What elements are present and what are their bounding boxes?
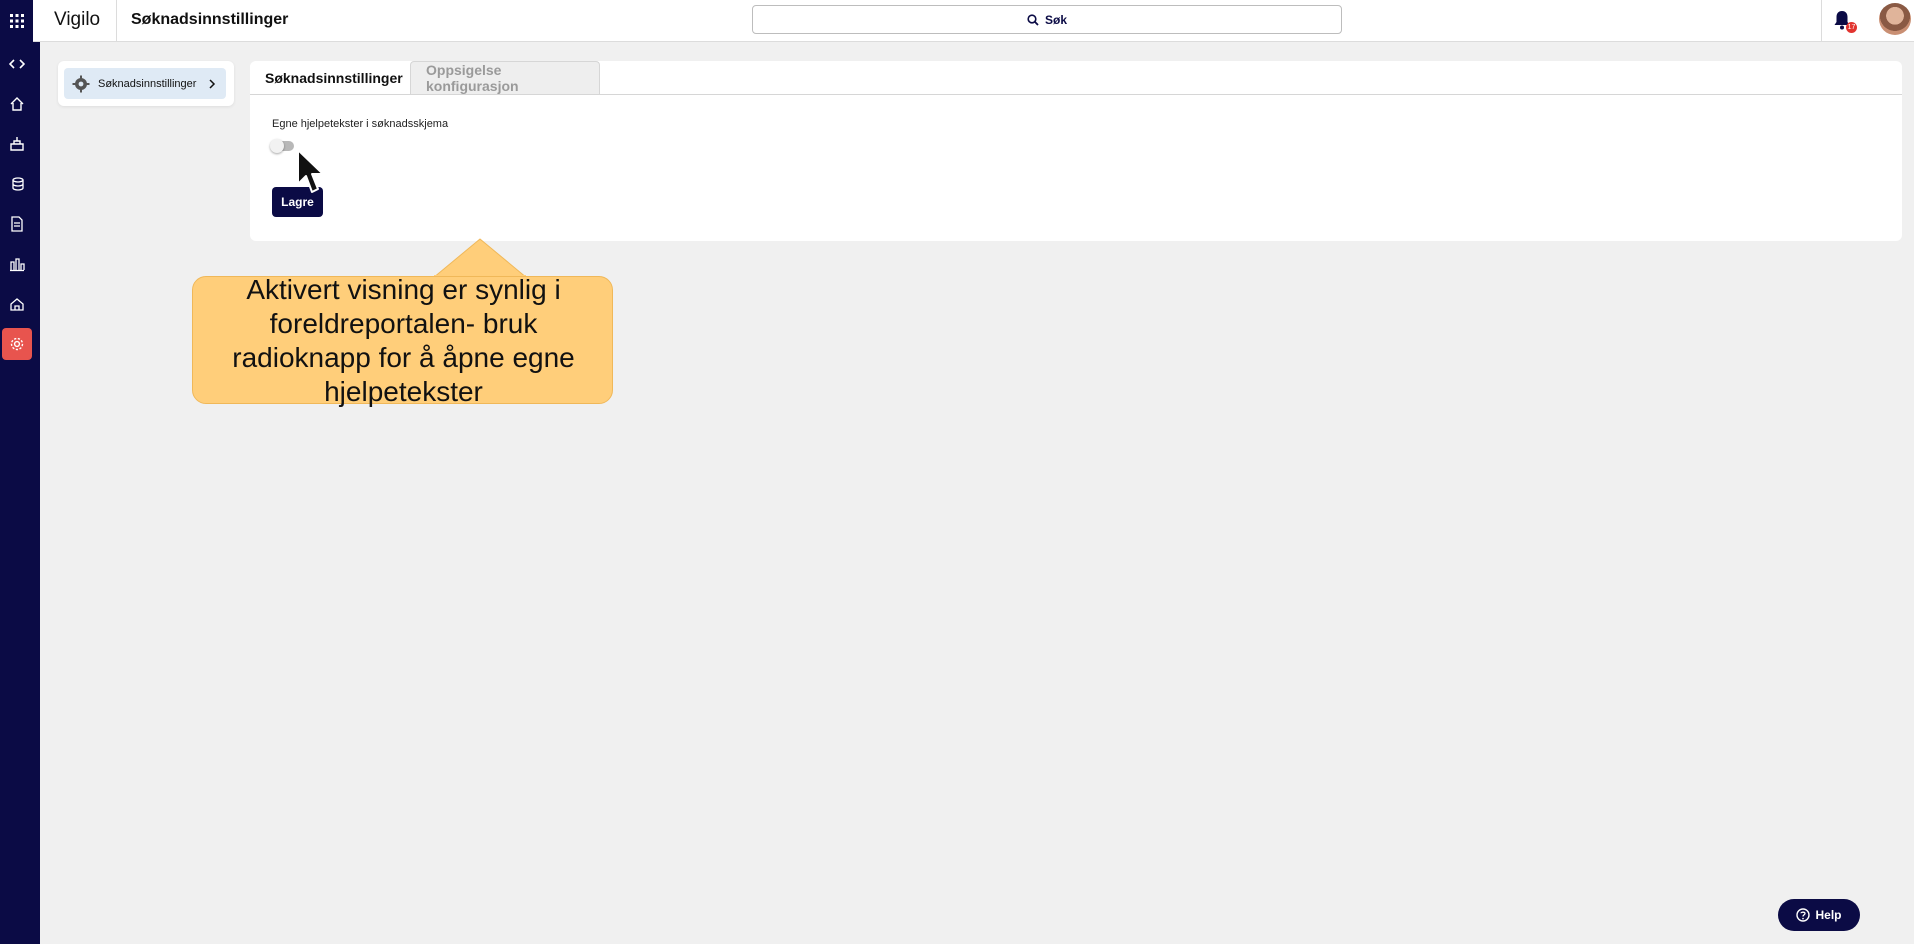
home-icon[interactable] <box>0 88 33 120</box>
brand-logo[interactable]: Vigilo <box>54 9 100 31</box>
submenu-item-label: Søknadsinnstillinger <box>98 77 197 90</box>
question-circle-icon <box>1796 908 1811 922</box>
apps-grid-icon[interactable] <box>0 0 33 42</box>
notifications-bell-icon[interactable]: 17 <box>1832 9 1857 33</box>
left-rail <box>0 42 40 944</box>
top-bar: Vigilo Søknadsinnstillinger Søk 17 <box>0 0 1914 42</box>
school-icon[interactable] <box>0 128 33 160</box>
notification-badge: 17 <box>1846 22 1857 33</box>
callout-pointer <box>433 238 527 278</box>
submenu-item-soknadsinnstillinger[interactable]: Søknadsinnstillinger <box>64 68 226 99</box>
user-avatar[interactable] <box>1879 3 1911 35</box>
page-title: Søknadsinnstillinger <box>131 11 289 28</box>
header-divider-right <box>1821 0 1822 42</box>
settings-submenu: Søknadsinnstillinger <box>58 61 234 106</box>
annotation-callout: Aktivert visning er synlig i foreldrepor… <box>192 274 613 407</box>
help-label: Help <box>1815 908 1842 922</box>
code-toggle-icon[interactable] <box>0 48 33 80</box>
tab-bar: Søknadsinnstillinger Oppsigelse konfigur… <box>250 61 1902 95</box>
toggle-label: Egne hjelpetekster i søknadsskjema <box>272 118 449 130</box>
tab-oppsigelse-konfigurasjon[interactable]: Oppsigelse konfigurasjon <box>410 61 600 94</box>
help-button[interactable]: Help <box>1778 899 1860 931</box>
coins-icon[interactable] <box>0 168 33 200</box>
gear-icon <box>72 75 90 92</box>
tab-soknadsinnstillinger[interactable]: Søknadsinnstillinger <box>250 61 408 94</box>
callout-text: Aktivert visning er synlig i foreldrepor… <box>232 274 575 407</box>
header-divider <box>116 0 117 42</box>
help-texts-toggle[interactable] <box>270 139 294 153</box>
chevron-right-icon <box>209 79 216 89</box>
settings-icon[interactable] <box>2 328 32 360</box>
mouse-cursor-icon <box>297 149 324 193</box>
kindergarten-icon[interactable] <box>0 288 33 320</box>
toggle-knob <box>270 139 284 153</box>
search-input[interactable]: Søk <box>752 5 1342 34</box>
settings-panel: Søknadsinnstillinger Oppsigelse konfigur… <box>250 61 1902 241</box>
chart-icon[interactable] <box>0 248 33 280</box>
search-label: Søk <box>1044 12 1067 27</box>
search-icon <box>1027 13 1039 26</box>
document-icon[interactable] <box>0 208 33 240</box>
